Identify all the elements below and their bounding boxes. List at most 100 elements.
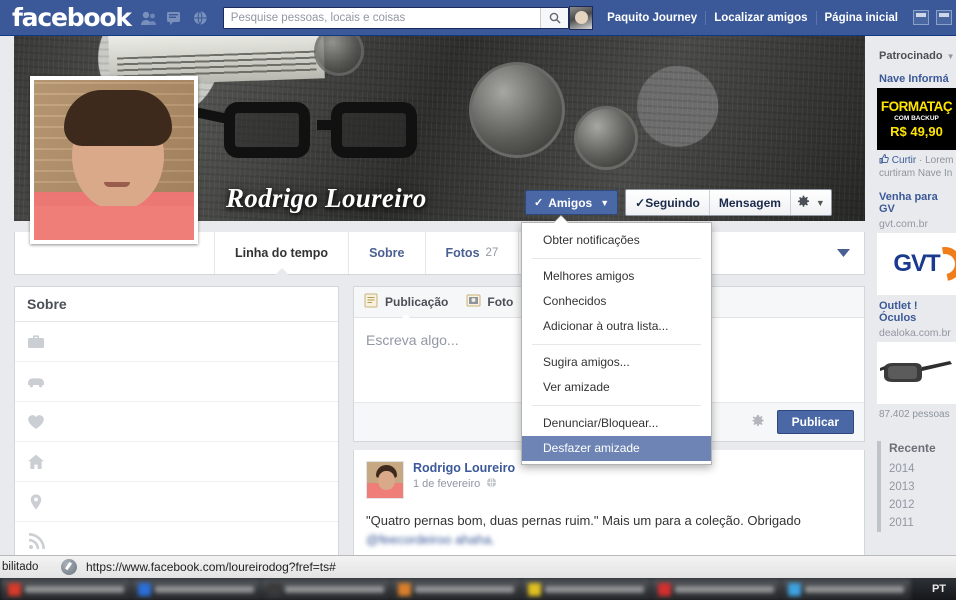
ad-item[interactable]: Nave Informá FORMATAÇ COM BACKUP R$ 49,9… [877,68,956,186]
year-2013[interactable]: 2013 [889,478,956,496]
menu-divider [532,405,701,406]
chevron-down-icon [837,249,850,257]
timeline-post: Rodrigo Loureiro 1 de fevereiro "Quatro … [353,450,865,555]
message-button-label: Mensagem [718,195,781,210]
taskbar-item[interactable] [392,579,520,599]
friends-button-label: Amigos [548,195,593,210]
recent-label: Recente [889,441,936,455]
heart-icon [27,413,45,431]
taskbar-item[interactable] [2,579,130,599]
ad-title[interactable]: Nave Informá [877,68,956,88]
about-card-title: Sobre [15,287,338,322]
composer-tab-status[interactable]: Publicação [364,293,449,320]
search-input[interactable] [223,7,534,28]
about-row-followers[interactable] [15,522,338,555]
account-settings-icon[interactable] [936,10,952,25]
status-url: https://www.facebook.com/loureirodog?fre… [86,560,336,574]
about-row-current-city[interactable] [15,482,338,522]
photo-icon [466,293,481,311]
tab-photos-label: Fotos [445,246,480,260]
message-button[interactable]: Mensagem [708,190,790,215]
post-author-avatar[interactable] [366,461,404,499]
ad-image-gvt[interactable]: GVT [877,233,956,295]
find-friends-link[interactable]: Localizar amigos [706,0,815,36]
publish-button[interactable]: Publicar [776,410,854,434]
tab-timeline[interactable]: Linha do tempo [215,232,350,275]
security-shield-icon [61,559,77,575]
menu-item-see-friendship[interactable]: Ver amizade [522,375,711,400]
profile-picture[interactable] [30,76,198,244]
menu-item-unfriend[interactable]: Desfazer amizade [522,436,711,461]
friend-requests-icon[interactable] [140,10,157,26]
ad-item[interactable]: Venha para GV gvt.com.br GVT [877,186,956,295]
tab-photos[interactable]: Fotos 27 [426,232,520,274]
year-2012[interactable]: 2012 [889,496,956,514]
gear-icon [797,195,810,211]
ad-like-label[interactable]: Curtir [892,155,916,166]
composer-tab-status-label: Publicação [385,295,449,309]
about-row-work[interactable] [15,322,338,362]
menu-item-suggest-friends[interactable]: Sugira amigos... [522,350,711,375]
friends-dropdown-menu: Obter notificações Melhores amigos Conhe… [521,215,712,465]
ad-image-formatacao[interactable]: FORMATAÇ COM BACKUP R$ 49,90 [877,88,956,150]
menu-item-add-to-list[interactable]: Adicionar à outra lista... [522,314,711,339]
cover-round-object [469,62,565,158]
menu-divider [532,258,701,259]
taskbar-item[interactable] [262,579,390,599]
chevron-down-icon[interactable]: ▼ [947,52,955,61]
taskbar-item[interactable] [522,579,650,599]
taskbar-item[interactable] [652,579,780,599]
facebook-logo[interactable]: facebook [12,3,132,32]
sponsored-label: Patrocinado [879,50,943,62]
right-sidebar: Patrocinado ▼ Nave Informá FORMATAÇ COM … [877,46,956,532]
thumbs-up-icon [879,154,892,166]
ad-item[interactable]: Outlet ! Óculos dealoka.com.br 87.402 pe… [877,295,956,427]
windows-taskbar: PT [0,578,956,600]
post-date[interactable]: 1 de fevereiro [413,478,480,490]
year-2014[interactable]: 2014 [889,460,956,478]
following-button[interactable]: ✓ Seguindo [626,190,709,215]
menu-item-get-notifications[interactable]: Obter notificações [522,228,711,253]
menu-item-acquaintances[interactable]: Conhecidos [522,289,711,314]
secondary-action-group: ✓ Seguindo Mensagem ▼ [625,189,832,216]
taskbar-language-indicator[interactable]: PT [926,583,952,595]
ad-url: dealoka.com.br [879,327,951,339]
menu-item-report-block[interactable]: Denunciar/Bloquear... [522,411,711,436]
cover-round-object [574,106,638,170]
ad-image-line2: COM BACKUP [894,114,939,122]
about-row-education[interactable] [15,362,338,402]
profile-options-button[interactable]: ▼ [789,190,831,215]
about-card: Sobre [14,286,339,555]
current-user-avatar[interactable] [569,5,594,30]
facebook-top-bar: facebook Paquito Journey Localizar amigo… [0,0,956,36]
menu-item-close-friends[interactable]: Melhores amigos [522,264,711,289]
check-icon: ✓ [635,195,646,210]
current-user-name[interactable]: Paquito Journey [599,0,705,36]
privacy-shortcuts-icon[interactable] [913,10,929,25]
ad-image-sunglasses[interactable] [877,342,956,404]
taskbar-item[interactable] [132,579,260,599]
tab-about[interactable]: Sobre [349,232,426,274]
year-2011[interactable]: 2011 [889,514,956,532]
search-box[interactable] [222,6,570,29]
composer-tab-photo[interactable]: Foto [466,293,513,311]
header-right-group: Paquito Journey Localizar amigos Página … [569,0,956,36]
post-author-name[interactable]: Rodrigo Loureiro [413,461,515,475]
messages-icon[interactable] [166,10,183,26]
taskbar-item[interactable] [782,579,910,599]
about-row-relationship[interactable] [15,402,338,442]
friends-button[interactable]: ✓ Amigos ▼ [525,190,619,215]
tab-more-button[interactable] [823,232,864,274]
home-link[interactable]: Página inicial [817,0,907,36]
post-mention[interactable]: @feecordeiroo ahaha. [366,532,495,547]
ad-url: gvt.com.br [879,218,929,230]
search-button[interactable] [540,7,569,28]
ad-title[interactable]: Venha para GV [877,186,956,218]
globe-icon[interactable] [486,477,497,491]
about-row-hometown[interactable] [15,442,338,482]
left-column: Sobre [14,286,339,555]
composer-audience-gear-icon[interactable] [751,414,765,431]
composer-tab-photo-label: Foto [487,295,514,309]
notifications-icon[interactable] [192,10,209,26]
ad-title[interactable]: Outlet ! Óculos [877,295,956,327]
